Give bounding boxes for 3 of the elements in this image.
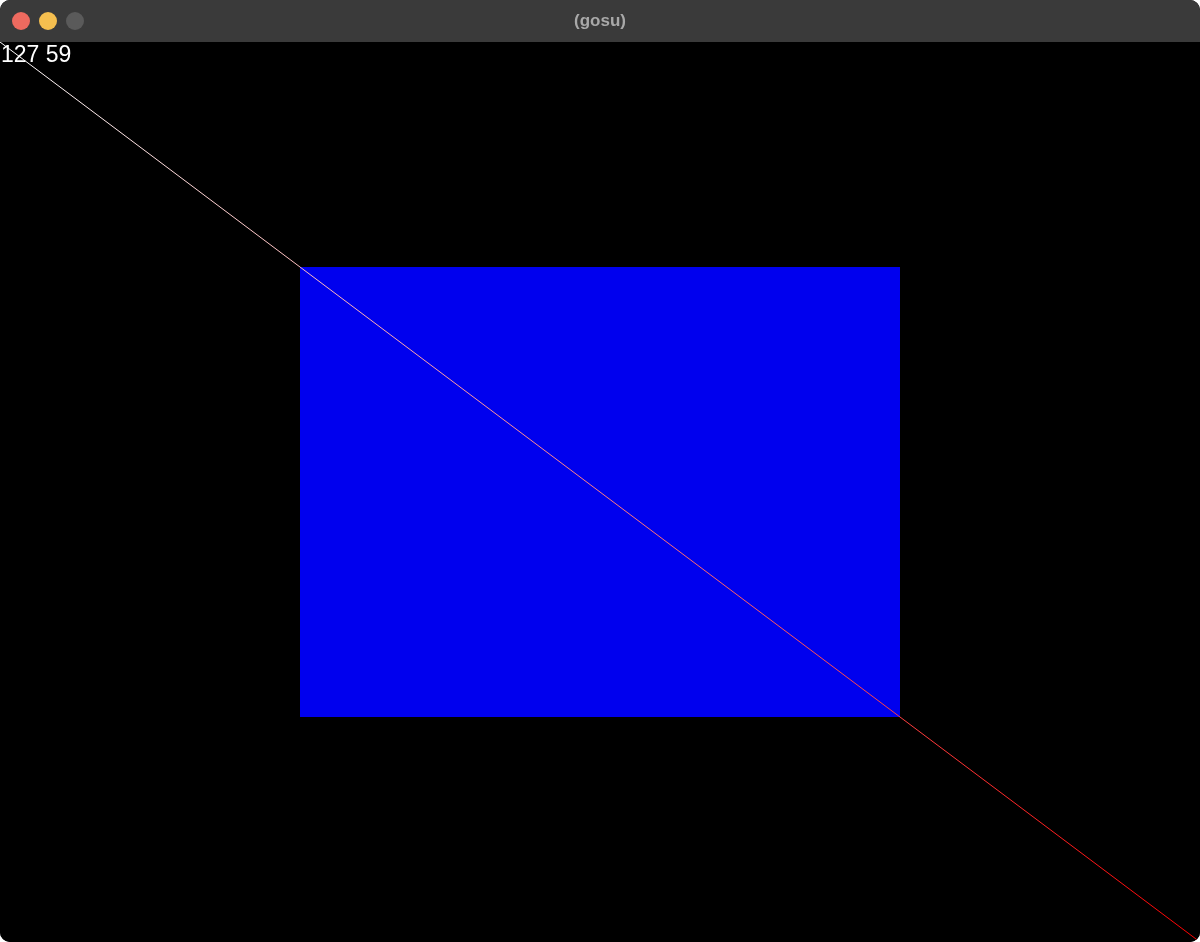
- close-button[interactable]: [12, 12, 30, 30]
- minimize-button[interactable]: [39, 12, 57, 30]
- window-title: (gosu): [574, 11, 626, 31]
